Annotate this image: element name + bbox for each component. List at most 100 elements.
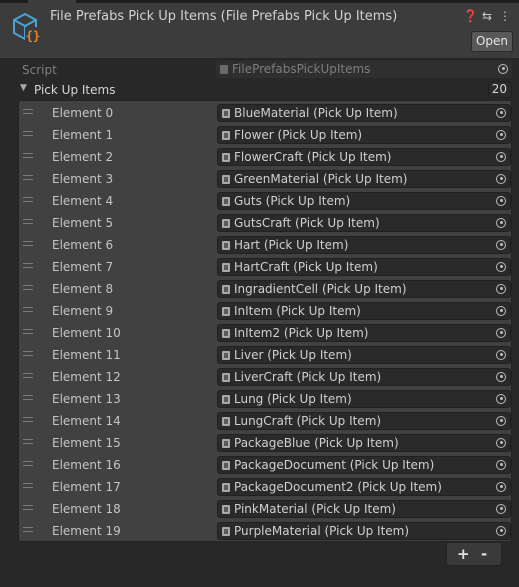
object-field[interactable]: PurpleMaterial (Pick Up Item)	[217, 522, 511, 540]
object-picker-icon[interactable]	[496, 240, 506, 250]
drag-handle-icon[interactable]	[23, 175, 33, 180]
element-label: Element 11	[52, 348, 121, 362]
object-picker-icon[interactable]	[496, 174, 506, 184]
element-label: Element 2	[52, 150, 114, 164]
drag-handle-icon[interactable]	[23, 461, 33, 466]
drag-handle-icon[interactable]	[23, 153, 33, 158]
object-picker-icon[interactable]	[496, 108, 506, 118]
prefab-icon	[222, 219, 230, 228]
object-field[interactable]: GutsCraft (Pick Up Item)	[217, 214, 511, 232]
object-picker-icon[interactable]	[496, 152, 506, 162]
add-button[interactable]: +	[457, 545, 470, 563]
element-label: Element 12	[52, 370, 121, 384]
drag-handle-icon[interactable]	[23, 373, 33, 378]
object-value: GreenMaterial (Pick Up Item)	[234, 172, 408, 186]
drag-handle-icon[interactable]	[23, 417, 33, 422]
object-picker-icon[interactable]	[496, 372, 506, 382]
object-field[interactable]: InItem2 (Pick Up Item)	[217, 324, 511, 342]
script-value: FilePrefabsPickUpItems	[232, 62, 371, 76]
drag-handle-icon[interactable]	[23, 395, 33, 400]
object-field[interactable]: PinkMaterial (Pick Up Item)	[217, 500, 511, 518]
object-picker-icon[interactable]	[496, 526, 506, 536]
add-remove-bar: + -	[446, 543, 502, 566]
drag-handle-icon[interactable]	[23, 109, 33, 114]
object-field[interactable]: Guts (Pick Up Item)	[217, 192, 511, 210]
element-label: Element 14	[52, 414, 121, 428]
object-field[interactable]: LiverCraft (Pick Up Item)	[217, 368, 511, 386]
drag-handle-icon[interactable]	[23, 219, 33, 224]
list-item: Element 8 IngradientCell (Pick Up Item)	[19, 278, 513, 300]
object-picker-icon[interactable]	[496, 438, 506, 448]
object-field[interactable]: HartCraft (Pick Up Item)	[217, 258, 511, 276]
drag-handle-icon[interactable]	[23, 505, 33, 510]
prefab-icon	[222, 351, 230, 360]
help-icon[interactable]: ❓	[463, 9, 478, 23]
object-picker-icon[interactable]	[496, 504, 506, 514]
drag-handle-icon[interactable]	[23, 527, 33, 532]
object-field[interactable]: Hart (Pick Up Item)	[217, 236, 511, 254]
object-field[interactable]: Flower (Pick Up Item)	[217, 126, 511, 144]
element-label: Element 18	[52, 502, 121, 516]
object-picker-icon[interactable]	[496, 130, 506, 140]
list-item: Element 13 Lung (Pick Up Item)	[19, 388, 513, 410]
object-picker-icon[interactable]	[496, 196, 506, 206]
drag-handle-icon[interactable]	[23, 329, 33, 334]
object-picker-icon[interactable]	[496, 306, 506, 316]
element-label: Element 6	[52, 238, 114, 252]
object-picker-icon[interactable]	[496, 218, 506, 228]
object-value: PackageDocument2 (Pick Up Item)	[234, 480, 442, 494]
object-picker-icon[interactable]	[496, 460, 506, 470]
element-label: Element 19	[52, 524, 121, 538]
drag-handle-icon[interactable]	[23, 131, 33, 136]
list-item: Element 2 FlowerCraft (Pick Up Item)	[19, 146, 513, 168]
drag-handle-icon[interactable]	[23, 197, 33, 202]
object-value: LiverCraft (Pick Up Item)	[234, 370, 382, 384]
object-picker-icon[interactable]	[496, 416, 506, 426]
drag-handle-icon[interactable]	[23, 351, 33, 356]
object-picker-icon[interactable]	[496, 482, 506, 492]
object-field[interactable]: InItem (Pick Up Item)	[217, 302, 511, 320]
object-field[interactable]: Liver (Pick Up Item)	[217, 346, 511, 364]
list-size-field[interactable]: 20	[488, 81, 512, 98]
object-value: LungCraft (Pick Up Item)	[234, 414, 382, 428]
page-title: File Prefabs Pick Up Items (File Prefabs…	[50, 9, 398, 24]
drag-handle-icon[interactable]	[23, 439, 33, 444]
prefab-icon	[222, 395, 230, 404]
open-button[interactable]: Open	[471, 31, 513, 52]
list-item: Element 16 PackageDocument (Pick Up Item)	[19, 454, 513, 476]
list-item: Element 5 GutsCraft (Pick Up Item)	[19, 212, 513, 234]
object-value: InItem (Pick Up Item)	[234, 304, 361, 318]
object-picker-icon[interactable]	[496, 350, 506, 360]
prefab-icon	[222, 241, 230, 250]
drag-handle-icon[interactable]	[23, 263, 33, 268]
script-label: Script	[22, 63, 57, 77]
object-picker-icon[interactable]	[496, 284, 506, 294]
remove-button[interactable]: -	[481, 545, 487, 563]
object-picker-icon[interactable]	[496, 262, 506, 272]
object-field[interactable]: PackageDocument (Pick Up Item)	[217, 456, 511, 474]
foldout-arrow-icon[interactable]: ▼	[20, 83, 27, 93]
drag-handle-icon[interactable]	[23, 285, 33, 290]
kebab-menu-icon[interactable]: ⋮	[499, 9, 511, 23]
object-field[interactable]: BlueMaterial (Pick Up Item)	[217, 104, 511, 122]
object-field[interactable]: IngradientCell (Pick Up Item)	[217, 280, 511, 298]
drag-handle-icon[interactable]	[23, 241, 33, 246]
object-field[interactable]: LungCraft (Pick Up Item)	[217, 412, 511, 430]
object-value: Lung (Pick Up Item)	[234, 392, 352, 406]
object-field[interactable]: GreenMaterial (Pick Up Item)	[217, 170, 511, 188]
scriptable-object-icon: {}	[13, 12, 41, 43]
prefab-icon	[222, 285, 230, 294]
drag-handle-icon[interactable]	[23, 307, 33, 312]
object-field[interactable]: FlowerCraft (Pick Up Item)	[217, 148, 511, 166]
object-field[interactable]: Lung (Pick Up Item)	[217, 390, 511, 408]
object-picker-icon[interactable]	[496, 394, 506, 404]
list-item: Element 4 Guts (Pick Up Item)	[19, 190, 513, 212]
element-label: Element 13	[52, 392, 121, 406]
list-label[interactable]: Pick Up Items	[34, 83, 115, 97]
drag-handle-icon[interactable]	[23, 483, 33, 488]
preset-icon[interactable]: ⇆	[481, 9, 493, 23]
object-field[interactable]: PackageBlue (Pick Up Item)	[217, 434, 511, 452]
list-header: ▼ Pick Up Items 20	[0, 80, 519, 100]
object-picker-icon[interactable]	[496, 328, 506, 338]
object-field[interactable]: PackageDocument2 (Pick Up Item)	[217, 478, 511, 496]
